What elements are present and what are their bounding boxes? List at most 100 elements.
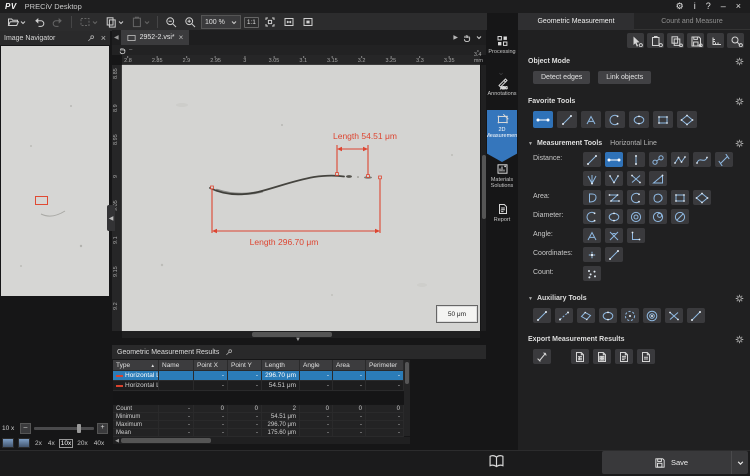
scrollbar-thumb[interactable] bbox=[405, 362, 409, 384]
ellipse-tool[interactable] bbox=[605, 209, 623, 224]
column-header-perimeter[interactable]: Perimeter bbox=[366, 360, 404, 371]
circle-dashed-tool[interactable] bbox=[621, 308, 639, 323]
circle-line-tool[interactable] bbox=[671, 209, 689, 224]
workflow-tab-measure2d[interactable]: 2D Measurement bbox=[487, 110, 517, 162]
ray-fan-tool[interactable] bbox=[583, 171, 601, 186]
rectangle-tool[interactable] bbox=[653, 111, 673, 128]
diamond-tool[interactable] bbox=[677, 111, 697, 128]
scatter-tool[interactable] bbox=[583, 266, 601, 281]
cross-lines-tool[interactable] bbox=[665, 308, 683, 323]
export-settings-icon[interactable] bbox=[735, 335, 744, 344]
link-objects-button[interactable]: Link objects bbox=[598, 71, 651, 84]
angle-tool[interactable] bbox=[581, 111, 601, 128]
collapse-left-panel-handle[interactable]: ◀ bbox=[107, 205, 115, 231]
copy-button[interactable] bbox=[103, 15, 126, 29]
polygon-tool[interactable] bbox=[605, 190, 623, 205]
rect-rotated-tool[interactable] bbox=[577, 308, 595, 323]
circles-link-tool[interactable] bbox=[649, 152, 667, 167]
objective-10x-button[interactable]: 10x bbox=[60, 440, 72, 447]
point-tool[interactable] bbox=[583, 247, 601, 262]
column-header-name[interactable]: Name bbox=[159, 360, 194, 371]
doc-table-tool[interactable] bbox=[571, 349, 589, 364]
workflow-tab-processing[interactable]: Processing bbox=[487, 32, 517, 66]
line-diagonal-tool[interactable] bbox=[687, 308, 705, 323]
navigator-roi-marker[interactable] bbox=[35, 196, 48, 205]
circle-open-tool[interactable] bbox=[583, 209, 601, 224]
tab-scroll-right-icon[interactable]: ▶ bbox=[453, 34, 458, 41]
ellipse-tool[interactable] bbox=[599, 308, 617, 323]
line-vertical-tool[interactable] bbox=[627, 152, 645, 167]
two-circles-tool[interactable] bbox=[649, 209, 667, 224]
line-diagonal-tool[interactable] bbox=[557, 111, 577, 128]
column-header-length[interactable]: Length bbox=[262, 360, 300, 371]
image-preview-icon[interactable] bbox=[18, 438, 30, 448]
pan-hand-icon[interactable] bbox=[462, 33, 472, 43]
redo-button[interactable] bbox=[50, 15, 66, 29]
workflow-tab-materials[interactable]: Materials Solutions bbox=[487, 160, 517, 202]
scrollbar-thumb[interactable] bbox=[121, 438, 211, 443]
zoom-out-button[interactable] bbox=[163, 15, 179, 29]
pan-hand-icon[interactable] bbox=[118, 46, 127, 55]
fit-to-window-button[interactable] bbox=[262, 15, 278, 29]
zoom-slider-thumb[interactable] bbox=[77, 424, 81, 433]
ruler-corner-button[interactable] bbox=[707, 33, 724, 48]
save-button[interactable]: Save bbox=[602, 451, 748, 474]
angle-open-tool[interactable] bbox=[605, 171, 623, 186]
workflow-tab-annotations[interactable]: ABCAnnotations bbox=[487, 74, 517, 114]
objective-4x-button[interactable]: 4x bbox=[47, 440, 56, 447]
fit-height-button[interactable] bbox=[300, 15, 316, 29]
close-tab-icon[interactable]: × bbox=[179, 33, 184, 42]
clipboard-button[interactable] bbox=[647, 33, 664, 48]
tab-count-and-measure[interactable]: Count and Measure bbox=[634, 13, 750, 30]
objective-2x-button[interactable]: 2x bbox=[34, 440, 43, 447]
close-icon[interactable]: × bbox=[736, 0, 741, 13]
info-icon[interactable]: i bbox=[694, 0, 696, 13]
pin-icon[interactable] bbox=[87, 34, 96, 43]
doc-csv-tool[interactable] bbox=[593, 349, 611, 364]
pin-icon[interactable] bbox=[225, 348, 234, 357]
angle-tool[interactable] bbox=[583, 228, 601, 243]
rectangle-tool[interactable] bbox=[671, 190, 689, 205]
line-diagonal-tool[interactable] bbox=[533, 308, 551, 323]
object-mode-settings-icon[interactable] bbox=[735, 57, 744, 66]
target-tool[interactable] bbox=[643, 308, 661, 323]
undo-button[interactable] bbox=[31, 15, 47, 29]
collapse-bottom-panel-handle[interactable]: ▼ bbox=[290, 337, 306, 344]
save-options-chevron[interactable] bbox=[731, 451, 748, 474]
crescent-tool[interactable] bbox=[627, 190, 645, 205]
curve-tool[interactable] bbox=[693, 152, 711, 167]
favorite-tools-settings-icon[interactable] bbox=[735, 97, 744, 106]
polyline-tool[interactable] bbox=[671, 152, 689, 167]
arc-closed-tool[interactable] bbox=[583, 190, 601, 205]
line-points-tool[interactable] bbox=[555, 308, 573, 323]
save-small-button[interactable] bbox=[687, 33, 704, 48]
navigator-thumbnail[interactable] bbox=[1, 46, 109, 296]
settings-icon[interactable]: ⚙ bbox=[676, 0, 684, 13]
zoom-level-select[interactable]: 100 % bbox=[201, 15, 241, 29]
fit-width-button[interactable] bbox=[281, 15, 297, 29]
paste-button[interactable] bbox=[129, 15, 152, 29]
column-header-angle[interactable]: Angle bbox=[300, 360, 333, 371]
concentric-tool[interactable] bbox=[627, 209, 645, 224]
results-horizontal-scrollbar[interactable]: ◀ bbox=[113, 437, 410, 444]
auxiliary-tools-settings-icon[interactable] bbox=[735, 294, 744, 303]
measurement-tools-settings-icon[interactable] bbox=[735, 139, 744, 148]
cross-lines-tool[interactable] bbox=[627, 171, 645, 186]
open-file-button[interactable] bbox=[5, 15, 28, 29]
triangle-ruler-tool[interactable] bbox=[649, 171, 667, 186]
table-row[interactable]: Horizontal Line--54.51 μm--- bbox=[113, 381, 410, 391]
help-icon[interactable]: ? bbox=[706, 0, 711, 13]
line-diagonal-tool[interactable] bbox=[605, 247, 623, 262]
column-header-area[interactable]: Area bbox=[333, 360, 366, 371]
duplicate-button[interactable] bbox=[667, 33, 684, 48]
chevron-down-icon[interactable] bbox=[476, 35, 482, 40]
column-header-type[interactable]: Type▲ bbox=[113, 360, 159, 371]
image-viewport[interactable]: Length 54.51 μm Length 296.70 μm 50 μm bbox=[122, 65, 480, 331]
zoom-slider[interactable] bbox=[34, 427, 94, 430]
angle-cross-tool[interactable] bbox=[605, 228, 623, 243]
diamond-tool[interactable] bbox=[693, 190, 711, 205]
zoom-gear-button[interactable] bbox=[727, 33, 744, 48]
ellipse-tool[interactable] bbox=[629, 111, 649, 128]
collapse-section-icon[interactable]: ▼ bbox=[528, 141, 533, 147]
line-diagonal-tool[interactable] bbox=[583, 152, 601, 167]
